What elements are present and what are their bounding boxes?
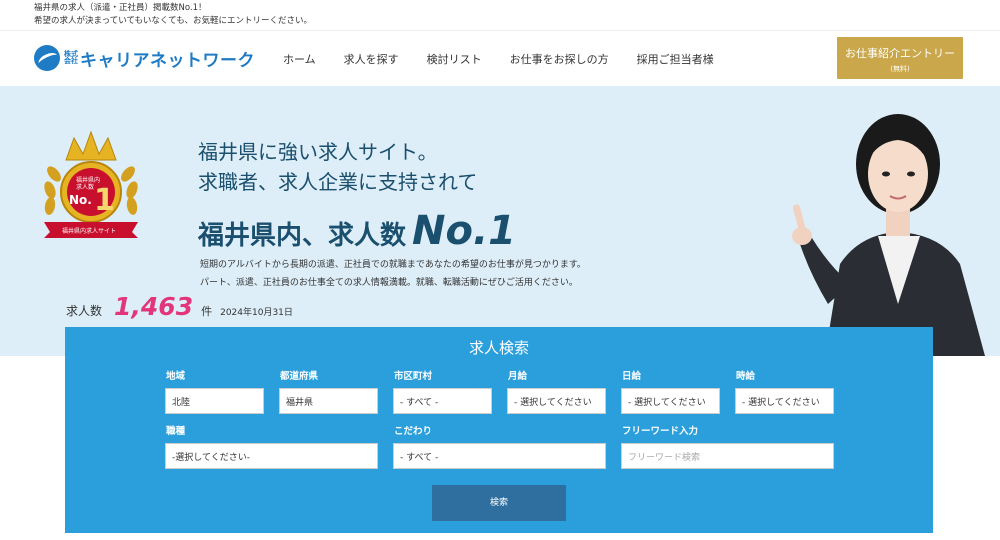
search-button[interactable]: 検索 <box>432 485 566 521</box>
label-daily: 日給 <box>622 371 642 382</box>
site-logo[interactable]: 株式会社 キャリアネットワーク <box>34 45 255 71</box>
hero-headline-3-text: 福井県内、求人数 <box>198 221 407 251</box>
nav-item-consider-list[interactable]: 検討リスト <box>427 51 482 67</box>
label-area: 地域 <box>166 371 186 382</box>
site-header: 株式会社 キャリアネットワーク ホーム 求人を探す 検討リスト お仕事をお探しの… <box>0 30 1000 86</box>
label-job: 職種 <box>166 426 186 437</box>
hero-description-2: パート、派遣、正社員のお仕事全ての求人情報満載。就職、転職活動にぜひご活用くださ… <box>200 278 578 288</box>
badge-ribbon-text: 福井県内求人サイト <box>62 227 116 235</box>
nav-item-search-jobs[interactable]: 求人を探す <box>344 51 399 67</box>
job-count-label: 求人数 <box>66 304 103 318</box>
entry-button[interactable]: お仕事紹介エントリー (無料) <box>837 37 963 79</box>
hero-headline-3: 福井県内、求人数 No.1 <box>198 208 516 254</box>
hero-description-1: 短期のアルバイトから長期の派遣、正社員での就職まであなたの希望のお仕事が見つかり… <box>200 260 586 270</box>
logo-text: キャリアネットワーク <box>80 50 255 71</box>
search-title: 求人検索 <box>468 339 529 357</box>
daily-select[interactable]: - 選択してください <box>621 388 720 414</box>
job-count-date: 2024年10月31日 <box>220 308 293 318</box>
label-kodawari: こだわり <box>394 426 433 437</box>
monthly-select[interactable]: - 選択してください <box>507 388 606 414</box>
job-select[interactable]: -選択してください- <box>165 443 378 469</box>
job-count-unit: 件 <box>201 305 213 318</box>
hero-section: 福井県内 求人数 No. 1 福井県内求人サイト 福井県に強い求人サイト。 求職… <box>0 86 1000 356</box>
top-notice-line1: 福井県の求人（派遣・正社員）掲載数No.1！ <box>34 3 207 13</box>
main-nav: ホーム 求人を探す 検討リスト お仕事をお探しの方 採用ご担当者様 <box>283 51 742 67</box>
job-count: 求人数 1,463 件 2024年10月31日 <box>66 292 293 321</box>
job-search-panel: 求人検索 地域 都道府県 市区町村 月給 日給 時給 北陸 福井県 - すべて … <box>65 327 933 533</box>
entry-button-label: お仕事紹介エントリー <box>845 47 955 60</box>
top-notice-bar: 福井県の求人（派遣・正社員）掲載数No.1！ 希望の求人が決まっていてもいなくて… <box>0 0 1000 30</box>
freeword-input[interactable]: フリーワード検索 <box>621 443 834 469</box>
logo-mark-icon <box>34 45 60 71</box>
top-notice-line2: 希望の求人が決まっていてもいなくても、お気軽にエントリーください。 <box>34 16 312 26</box>
hourly-select[interactable]: - 選択してください <box>735 388 834 414</box>
nav-item-employers[interactable]: 採用ご担当者様 <box>637 51 714 67</box>
label-pref: 都道府県 <box>280 371 319 382</box>
hero-no1: No.1 <box>412 208 516 254</box>
badge-one: 1 <box>94 183 115 218</box>
nav-item-home[interactable]: ホーム <box>283 51 316 67</box>
hero-woman-image <box>792 114 985 356</box>
label-hourly: 時給 <box>736 371 756 382</box>
kodawari-select[interactable]: - すべて - <box>393 443 606 469</box>
label-city: 市区町村 <box>394 371 433 382</box>
hero-headline-1: 福井県に強い求人サイト。 <box>198 140 438 164</box>
no1-badge: 福井県内 求人数 No. 1 福井県内求人サイト <box>44 130 138 238</box>
pref-select[interactable]: 福井県 <box>279 388 378 414</box>
logo-kabushiki: 株式会社 <box>64 50 78 65</box>
crown-icon <box>65 130 117 161</box>
entry-button-sublabel: (無料) <box>890 65 910 73</box>
area-select[interactable]: 北陸 <box>165 388 264 414</box>
badge-text2: 求人数 <box>76 183 94 191</box>
label-freeword: フリーワード入力 <box>622 426 699 437</box>
nav-item-job-seekers[interactable]: お仕事をお探しの方 <box>510 51 609 67</box>
badge-no: No. <box>69 193 92 207</box>
hero-headline-2: 求職者、求人企業に支持されて <box>198 170 478 194</box>
job-count-value: 1,463 <box>114 292 194 321</box>
label-monthly: 月給 <box>508 371 528 382</box>
city-select[interactable]: - すべて - <box>393 388 492 414</box>
